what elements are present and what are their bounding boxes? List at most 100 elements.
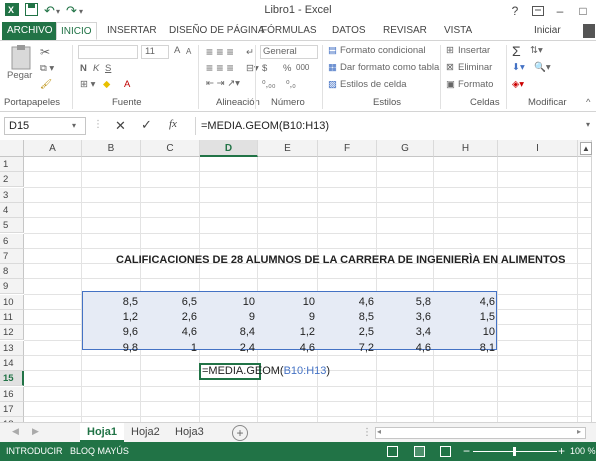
column-header-e[interactable]: E xyxy=(258,140,318,157)
delete-cells-button[interactable]: Eliminar xyxy=(458,62,492,73)
page-layout-view-icon[interactable] xyxy=(414,446,425,457)
tab-file[interactable]: ARCHIVO xyxy=(2,22,58,40)
page-break-view-icon[interactable] xyxy=(440,446,451,457)
tab-review[interactable]: REVISAR xyxy=(379,22,431,40)
table-cell[interactable]: 4,6 xyxy=(434,295,498,310)
align-top-icon[interactable]: ≡ ≡ ≡ xyxy=(206,45,234,59)
table-cell[interactable]: 8,5 xyxy=(82,295,141,310)
table-cell[interactable]: 6,5 xyxy=(141,295,200,310)
table-cell[interactable]: 2,6 xyxy=(141,310,200,325)
next-sheet-icon[interactable]: ▶ xyxy=(32,426,39,437)
table-cell[interactable]: 5,8 xyxy=(377,295,434,310)
scroll-left-icon[interactable]: ◂ xyxy=(377,427,381,436)
row-header-14[interactable]: 14 xyxy=(0,355,24,371)
clear-icon[interactable]: ◈▾ xyxy=(512,79,524,90)
paste-icon[interactable] xyxy=(8,44,34,73)
row-header-15[interactable]: 15 xyxy=(0,371,24,387)
font-color-button[interactable]: A xyxy=(124,79,130,90)
restore-button[interactable]: □ xyxy=(572,2,594,20)
table-cell[interactable]: 9 xyxy=(258,310,318,325)
fill-icon[interactable]: ⬇▾ xyxy=(512,62,525,73)
format-as-table-button[interactable]: Dar formato como tabla xyxy=(340,62,439,73)
cancel-formula-button[interactable]: ✕ xyxy=(115,118,126,134)
cell-styles-button[interactable]: Estilos de celda xyxy=(340,79,407,90)
format-painter-icon[interactable]: 🖌 xyxy=(40,79,52,90)
column-header-g[interactable]: G xyxy=(377,140,434,157)
column-header-f[interactable]: F xyxy=(318,140,377,157)
row-header-6[interactable]: 6 xyxy=(0,233,24,249)
table-cell[interactable]: 1 xyxy=(141,341,200,356)
help-button[interactable]: ? xyxy=(504,2,526,20)
row-header-2[interactable]: 2 xyxy=(0,172,24,188)
row-header-11[interactable]: 11 xyxy=(0,310,24,325)
row-header-8[interactable]: 8 xyxy=(0,264,24,280)
column-header-c[interactable]: C xyxy=(141,140,200,157)
bold-button[interactable]: N xyxy=(80,63,87,74)
row-header-1[interactable]: 1 xyxy=(0,157,24,172)
grow-font-button[interactable]: A xyxy=(174,45,180,56)
table-cell[interactable]: 10 xyxy=(258,295,318,310)
table-cell[interactable]: 4,6 xyxy=(318,295,377,310)
fill-color-icon[interactable]: ◆ xyxy=(103,79,110,90)
autosum-button[interactable]: Σ xyxy=(512,43,521,59)
currency-button[interactable]: $ xyxy=(262,63,267,74)
table-cell[interactable]: 10 xyxy=(200,295,258,310)
merge-center-icon[interactable]: ⊟▾ xyxy=(246,63,259,74)
table-cell[interactable]: 3,4 xyxy=(377,325,434,340)
tab-view[interactable]: VISTA xyxy=(440,22,476,40)
table-cell[interactable]: 8,4 xyxy=(200,325,258,340)
align-left-icon[interactable]: ≡ ≡ ≡ xyxy=(206,61,234,75)
decrease-decimal-button[interactable]: ⁰,₀ xyxy=(286,79,296,90)
percent-button[interactable]: % xyxy=(283,63,291,74)
tab-data[interactable]: DATOS xyxy=(328,22,370,40)
avatar[interactable] xyxy=(583,24,595,38)
wrap-text-icon[interactable]: ↵ xyxy=(246,47,254,58)
zoom-out-icon[interactable]: − xyxy=(463,442,470,461)
tab-page-layout[interactable]: DISEÑO DE PÁGINA xyxy=(165,22,269,40)
font-size-dropdown[interactable]: 11 xyxy=(141,45,169,59)
sort-filter-icon[interactable]: ⇅▾ xyxy=(530,45,543,56)
horizontal-scrollbar[interactable] xyxy=(375,427,586,439)
borders-icon[interactable]: ⊞ ▾ xyxy=(80,79,95,90)
prev-sheet-icon[interactable]: ◀ xyxy=(12,426,19,437)
scroll-up-icon[interactable]: ▲ xyxy=(580,142,592,155)
active-cell-d15[interactable]: =MEDIA.GEOM(B10:H13) xyxy=(199,363,330,380)
ribbon-display-options-icon[interactable] xyxy=(527,2,549,20)
row-header-13[interactable]: 13 xyxy=(0,340,24,356)
column-header-h[interactable]: H xyxy=(434,140,498,157)
insert-function-button[interactable]: fx xyxy=(169,118,177,130)
underline-button[interactable]: S xyxy=(105,63,111,74)
row-header-7[interactable]: 7 xyxy=(0,248,24,264)
expand-formula-bar-icon[interactable]: ▾ xyxy=(586,120,590,129)
table-cell[interactable]: 1,5 xyxy=(434,310,498,325)
minimize-button[interactable]: – xyxy=(549,2,571,20)
shrink-font-button[interactable]: A xyxy=(186,47,191,56)
table-cell[interactable]: 8,1 xyxy=(434,341,498,356)
number-format-dropdown[interactable]: General xyxy=(260,45,318,59)
column-header-i[interactable]: I xyxy=(498,140,578,157)
table-cell[interactable]: 8,5 xyxy=(318,310,377,325)
indent-icon[interactable]: ⇤ ⇥ ↗▾ xyxy=(206,78,240,89)
table-cell[interactable]: 9,8 xyxy=(82,341,141,356)
collapse-ribbon-icon[interactable]: ^ xyxy=(586,97,590,108)
table-cell[interactable]: 3,6 xyxy=(377,310,434,325)
scroll-right-icon[interactable]: ▸ xyxy=(577,427,581,436)
vertical-scrollbar[interactable] xyxy=(591,157,592,422)
table-cell[interactable]: 4,6 xyxy=(258,341,318,356)
format-cells-button[interactable]: Formato xyxy=(458,79,493,90)
table-cell[interactable]: 4,6 xyxy=(377,341,434,356)
sheet-tab-hoja3[interactable]: Hoja3 xyxy=(168,423,211,442)
column-header-a[interactable]: A xyxy=(24,140,82,157)
normal-view-icon[interactable] xyxy=(387,446,398,457)
italic-button[interactable]: K xyxy=(93,63,99,74)
row-header-16[interactable]: 16 xyxy=(0,386,24,402)
enter-formula-button[interactable]: ✓ xyxy=(141,117,152,133)
table-cell[interactable]: 4,6 xyxy=(141,325,200,340)
table-cell[interactable]: 7,2 xyxy=(318,341,377,356)
table-cell[interactable]: 1,2 xyxy=(258,325,318,340)
row-header-10[interactable]: 10 xyxy=(0,294,24,310)
tab-home[interactable]: INICIO xyxy=(56,22,97,40)
sheet-tab-hoja2[interactable]: Hoja2 xyxy=(124,423,167,442)
add-sheet-button[interactable]: + xyxy=(232,425,248,441)
select-all-corner[interactable] xyxy=(0,140,24,157)
